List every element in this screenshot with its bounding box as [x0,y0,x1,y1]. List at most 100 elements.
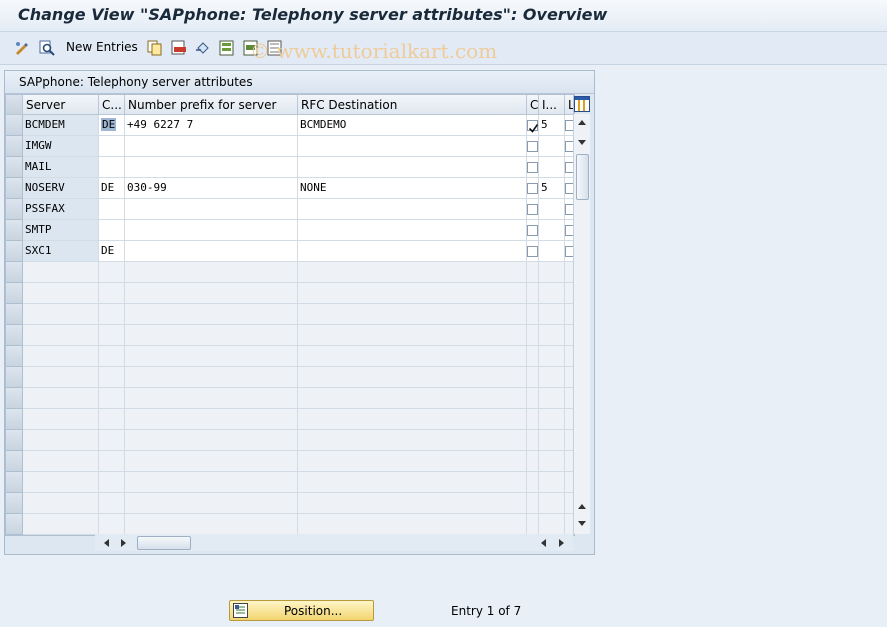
column-header-i[interactable]: I... [539,95,565,115]
cell-country[interactable] [99,136,125,157]
cell-number-prefix[interactable] [125,136,298,157]
select-all-icon[interactable] [218,39,235,56]
cell-i[interactable] [539,136,565,157]
cell-number-prefix[interactable] [125,157,298,178]
cell-number-prefix [125,346,298,367]
row-selector[interactable] [6,472,23,493]
row-selector[interactable] [6,409,23,430]
cell-c-checkbox[interactable] [527,136,539,157]
scroll-right-arrow[interactable] [121,539,126,547]
cell-country[interactable] [99,199,125,220]
scroll-left-end-arrow[interactable] [541,539,546,547]
cell-number-prefix[interactable] [125,220,298,241]
checkbox[interactable] [527,225,538,236]
cell-number-prefix[interactable]: +49 6227 7 [125,115,298,136]
scroll-left-arrow[interactable] [104,539,109,547]
cell-c-checkbox [527,346,539,367]
cell-country[interactable] [99,220,125,241]
row-selector[interactable] [6,346,23,367]
checkbox-checked[interactable] [527,120,538,133]
cell-c-checkbox[interactable] [527,178,539,199]
scroll-page-down-arrow[interactable] [578,521,586,526]
cell-rfc-destination [298,493,527,514]
column-header-l[interactable]: L [565,95,574,115]
window-title: Change View "SAPphone: Telephony server … [18,5,608,24]
select-all-rows-corner[interactable] [6,95,23,115]
column-header-rfc-destination[interactable]: RFC Destination [298,95,527,115]
cell-i[interactable] [539,157,565,178]
row-selector[interactable] [6,493,23,514]
column-header-server[interactable]: Server [23,95,99,115]
cell-rfc-destination[interactable] [298,241,527,262]
display-find-icon[interactable] [38,39,55,56]
row-selector[interactable] [6,220,23,241]
cell-number-prefix[interactable]: 030-99 [125,178,298,199]
cell-rfc-destination[interactable] [298,157,527,178]
cell-i[interactable]: 5 [539,115,565,136]
cell-c-checkbox[interactable] [527,241,539,262]
cell-rfc-destination[interactable]: BCMDEMO [298,115,527,136]
checkbox[interactable] [527,162,538,173]
row-selector[interactable] [6,241,23,262]
cell-country [99,409,125,430]
row-selector[interactable] [6,157,23,178]
cell-i[interactable] [539,220,565,241]
cell-rfc-destination[interactable] [298,199,527,220]
cell-i[interactable]: 5 [539,178,565,199]
cell-i [539,409,565,430]
table-settings-icon[interactable] [574,96,590,112]
cell-rfc-destination[interactable] [298,220,527,241]
row-selector[interactable] [6,115,23,136]
scroll-down-arrow[interactable] [578,140,586,145]
cell-c-checkbox [527,472,539,493]
cell-country[interactable]: DE [99,115,125,136]
column-header-country[interactable]: C... [99,95,125,115]
checkbox[interactable] [527,204,538,215]
cell-c-checkbox[interactable] [527,199,539,220]
cell-number-prefix[interactable] [125,199,298,220]
scroll-thumb[interactable] [576,154,589,200]
cell-c-checkbox[interactable] [527,115,539,136]
row-selector[interactable] [6,514,23,535]
row-selector[interactable] [6,388,23,409]
undo-change-icon[interactable] [194,39,211,56]
cell-country[interactable]: DE [99,241,125,262]
cell-c-checkbox [527,409,539,430]
row-selector[interactable] [6,283,23,304]
cell-i[interactable] [539,241,565,262]
row-selector[interactable] [6,304,23,325]
scroll-page-up-arrow[interactable] [578,504,586,509]
column-header-number-prefix[interactable]: Number prefix for server [125,95,298,115]
row-selector[interactable] [6,178,23,199]
new-entries-button[interactable]: New Entries [66,40,138,54]
cell-c-checkbox[interactable] [527,220,539,241]
vertical-scrollbar[interactable] [573,114,590,534]
horizontal-scroll-thumb[interactable] [137,536,191,550]
position-button[interactable]: Position... [229,600,374,621]
row-selector[interactable] [6,325,23,346]
horizontal-scrollbar[interactable] [95,534,573,551]
cell-rfc-destination[interactable] [298,136,527,157]
row-selector[interactable] [6,451,23,472]
column-header-c[interactable]: C [527,95,539,115]
cell-c-checkbox[interactable] [527,157,539,178]
cell-number-prefix[interactable] [125,241,298,262]
cell-rfc-destination[interactable]: NONE [298,178,527,199]
row-selector[interactable] [6,136,23,157]
display-change-icon[interactable] [13,39,30,56]
cell-country[interactable] [99,157,125,178]
cell-c-checkbox [527,325,539,346]
scroll-up-arrow[interactable] [578,120,586,125]
row-selector[interactable] [6,367,23,388]
copy-as-icon[interactable] [146,39,163,56]
checkbox[interactable] [527,141,538,152]
checkbox[interactable] [527,183,538,194]
cell-i[interactable] [539,199,565,220]
row-selector[interactable] [6,262,23,283]
scroll-right-end-arrow[interactable] [559,539,564,547]
checkbox[interactable] [527,246,538,257]
row-selector[interactable] [6,430,23,451]
row-selector[interactable] [6,199,23,220]
cell-country[interactable]: DE [99,178,125,199]
delete-icon[interactable] [170,39,187,56]
